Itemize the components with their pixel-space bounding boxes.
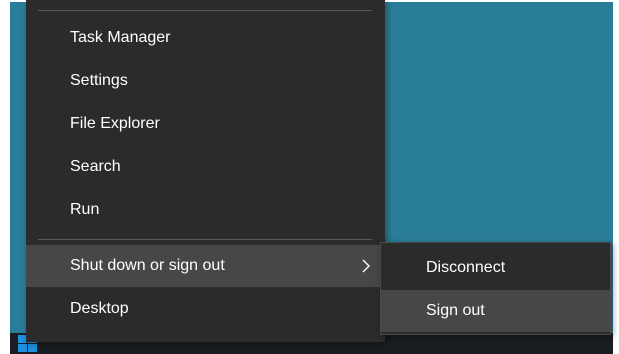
menu-item-desktop[interactable]: Desktop <box>26 288 385 330</box>
menu-item-label: Settings <box>70 72 128 89</box>
menu-item-label: Run <box>70 201 100 218</box>
menu-item-label: Shut down or sign out <box>70 257 225 274</box>
menu-item-label: Task Manager <box>70 29 171 46</box>
submenu-item-disconnect[interactable]: Disconnect <box>381 247 610 289</box>
menu-separator <box>38 239 372 240</box>
menu-item-shut-down-or-sign-out[interactable]: Shut down or sign out <box>26 245 385 287</box>
menu-item-search[interactable]: Search <box>26 146 385 188</box>
menu-item-settings[interactable]: Settings <box>26 60 385 102</box>
shut-down-submenu: Disconnect Sign out <box>380 242 611 335</box>
menu-item-label: File Explorer <box>70 115 160 132</box>
power-user-menu: Task Manager Settings File Explorer Sear… <box>26 0 385 342</box>
menu-item-file-explorer[interactable]: File Explorer <box>26 103 385 145</box>
menu-item-run[interactable]: Run <box>26 189 385 231</box>
submenu-item-label: Disconnect <box>426 259 506 276</box>
menu-item-task-manager[interactable]: Task Manager <box>26 17 385 59</box>
menu-separator <box>38 10 372 11</box>
menu-item-label: Desktop <box>70 300 129 317</box>
submenu-item-sign-out[interactable]: Sign out <box>381 290 610 332</box>
menu-item-label: Search <box>70 158 121 175</box>
chevron-right-icon <box>362 259 370 273</box>
submenu-item-label: Sign out <box>426 302 485 319</box>
